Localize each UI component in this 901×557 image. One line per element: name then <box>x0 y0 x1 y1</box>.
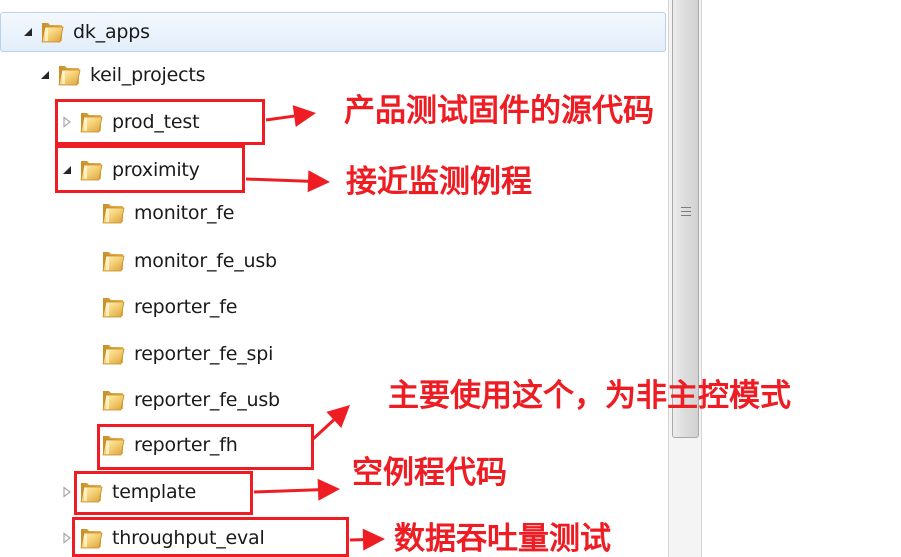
expander-placeholder <box>82 300 96 314</box>
expander-placeholder <box>82 393 96 407</box>
note-reporter-fh: 主要使用这个，为非主控模式 <box>388 378 791 414</box>
triangle-expanded-icon[interactable] <box>21 25 35 39</box>
callout-box-throughput-eval <box>72 517 349 557</box>
callout-box-reporter-fh <box>97 424 314 470</box>
tree-item-monitor-fe-usb[interactable]: monitor_fe_usb <box>82 241 277 281</box>
tree-item-label: reporter_fe_usb <box>134 389 280 411</box>
callout-box-proximity <box>55 145 245 193</box>
grip-lines-icon <box>681 207 691 216</box>
triangle-collapsed-icon[interactable] <box>60 485 74 499</box>
folder-icon <box>100 342 126 366</box>
note-proximity: 接近监测例程 <box>346 164 532 200</box>
expander-placeholder <box>82 347 96 361</box>
tree-item-label: monitor_fe <box>134 202 235 224</box>
vertical-scrollbar[interactable] <box>668 0 702 557</box>
expander-placeholder <box>82 438 96 452</box>
tree-item-dk-apps[interactable]: dk_apps <box>0 12 666 52</box>
empty-area <box>702 0 901 557</box>
expander-placeholder <box>82 206 96 220</box>
tree-item-label: dk_apps <box>73 21 150 43</box>
note-template: 空例程代码 <box>352 455 507 491</box>
tree-item-keil-projects[interactable]: keil_projects <box>38 55 206 95</box>
folder-icon <box>100 388 126 412</box>
note-throughput-eval: 数据吞吐量测试 <box>394 521 611 557</box>
tree-item-reporter-fe-usb[interactable]: reporter_fe_usb <box>82 380 280 420</box>
tree-item-label: monitor_fe_usb <box>134 250 277 272</box>
folder-icon <box>56 63 82 87</box>
folder-icon <box>39 20 65 44</box>
note-prod-test: 产品测试固件的源代码 <box>344 93 654 129</box>
folder-icon <box>100 201 126 225</box>
tree-item-label: keil_projects <box>90 64 206 86</box>
folder-icon <box>100 249 126 273</box>
tree-item-monitor-fe[interactable]: monitor_fe <box>82 193 234 233</box>
tree-item-label: reporter_fe_spi <box>134 343 274 365</box>
scroll-thumb[interactable] <box>672 0 699 438</box>
tree-item-reporter-fe-spi[interactable]: reporter_fe_spi <box>82 334 273 374</box>
triangle-expanded-icon[interactable] <box>38 68 52 82</box>
tree-item-label: reporter_fe <box>134 296 238 318</box>
callout-box-prod-test <box>55 99 265 145</box>
expander-placeholder <box>82 254 96 268</box>
tree-item-reporter-fe[interactable]: reporter_fe <box>82 287 237 327</box>
folder-icon <box>100 295 126 319</box>
callout-box-template <box>74 471 253 515</box>
